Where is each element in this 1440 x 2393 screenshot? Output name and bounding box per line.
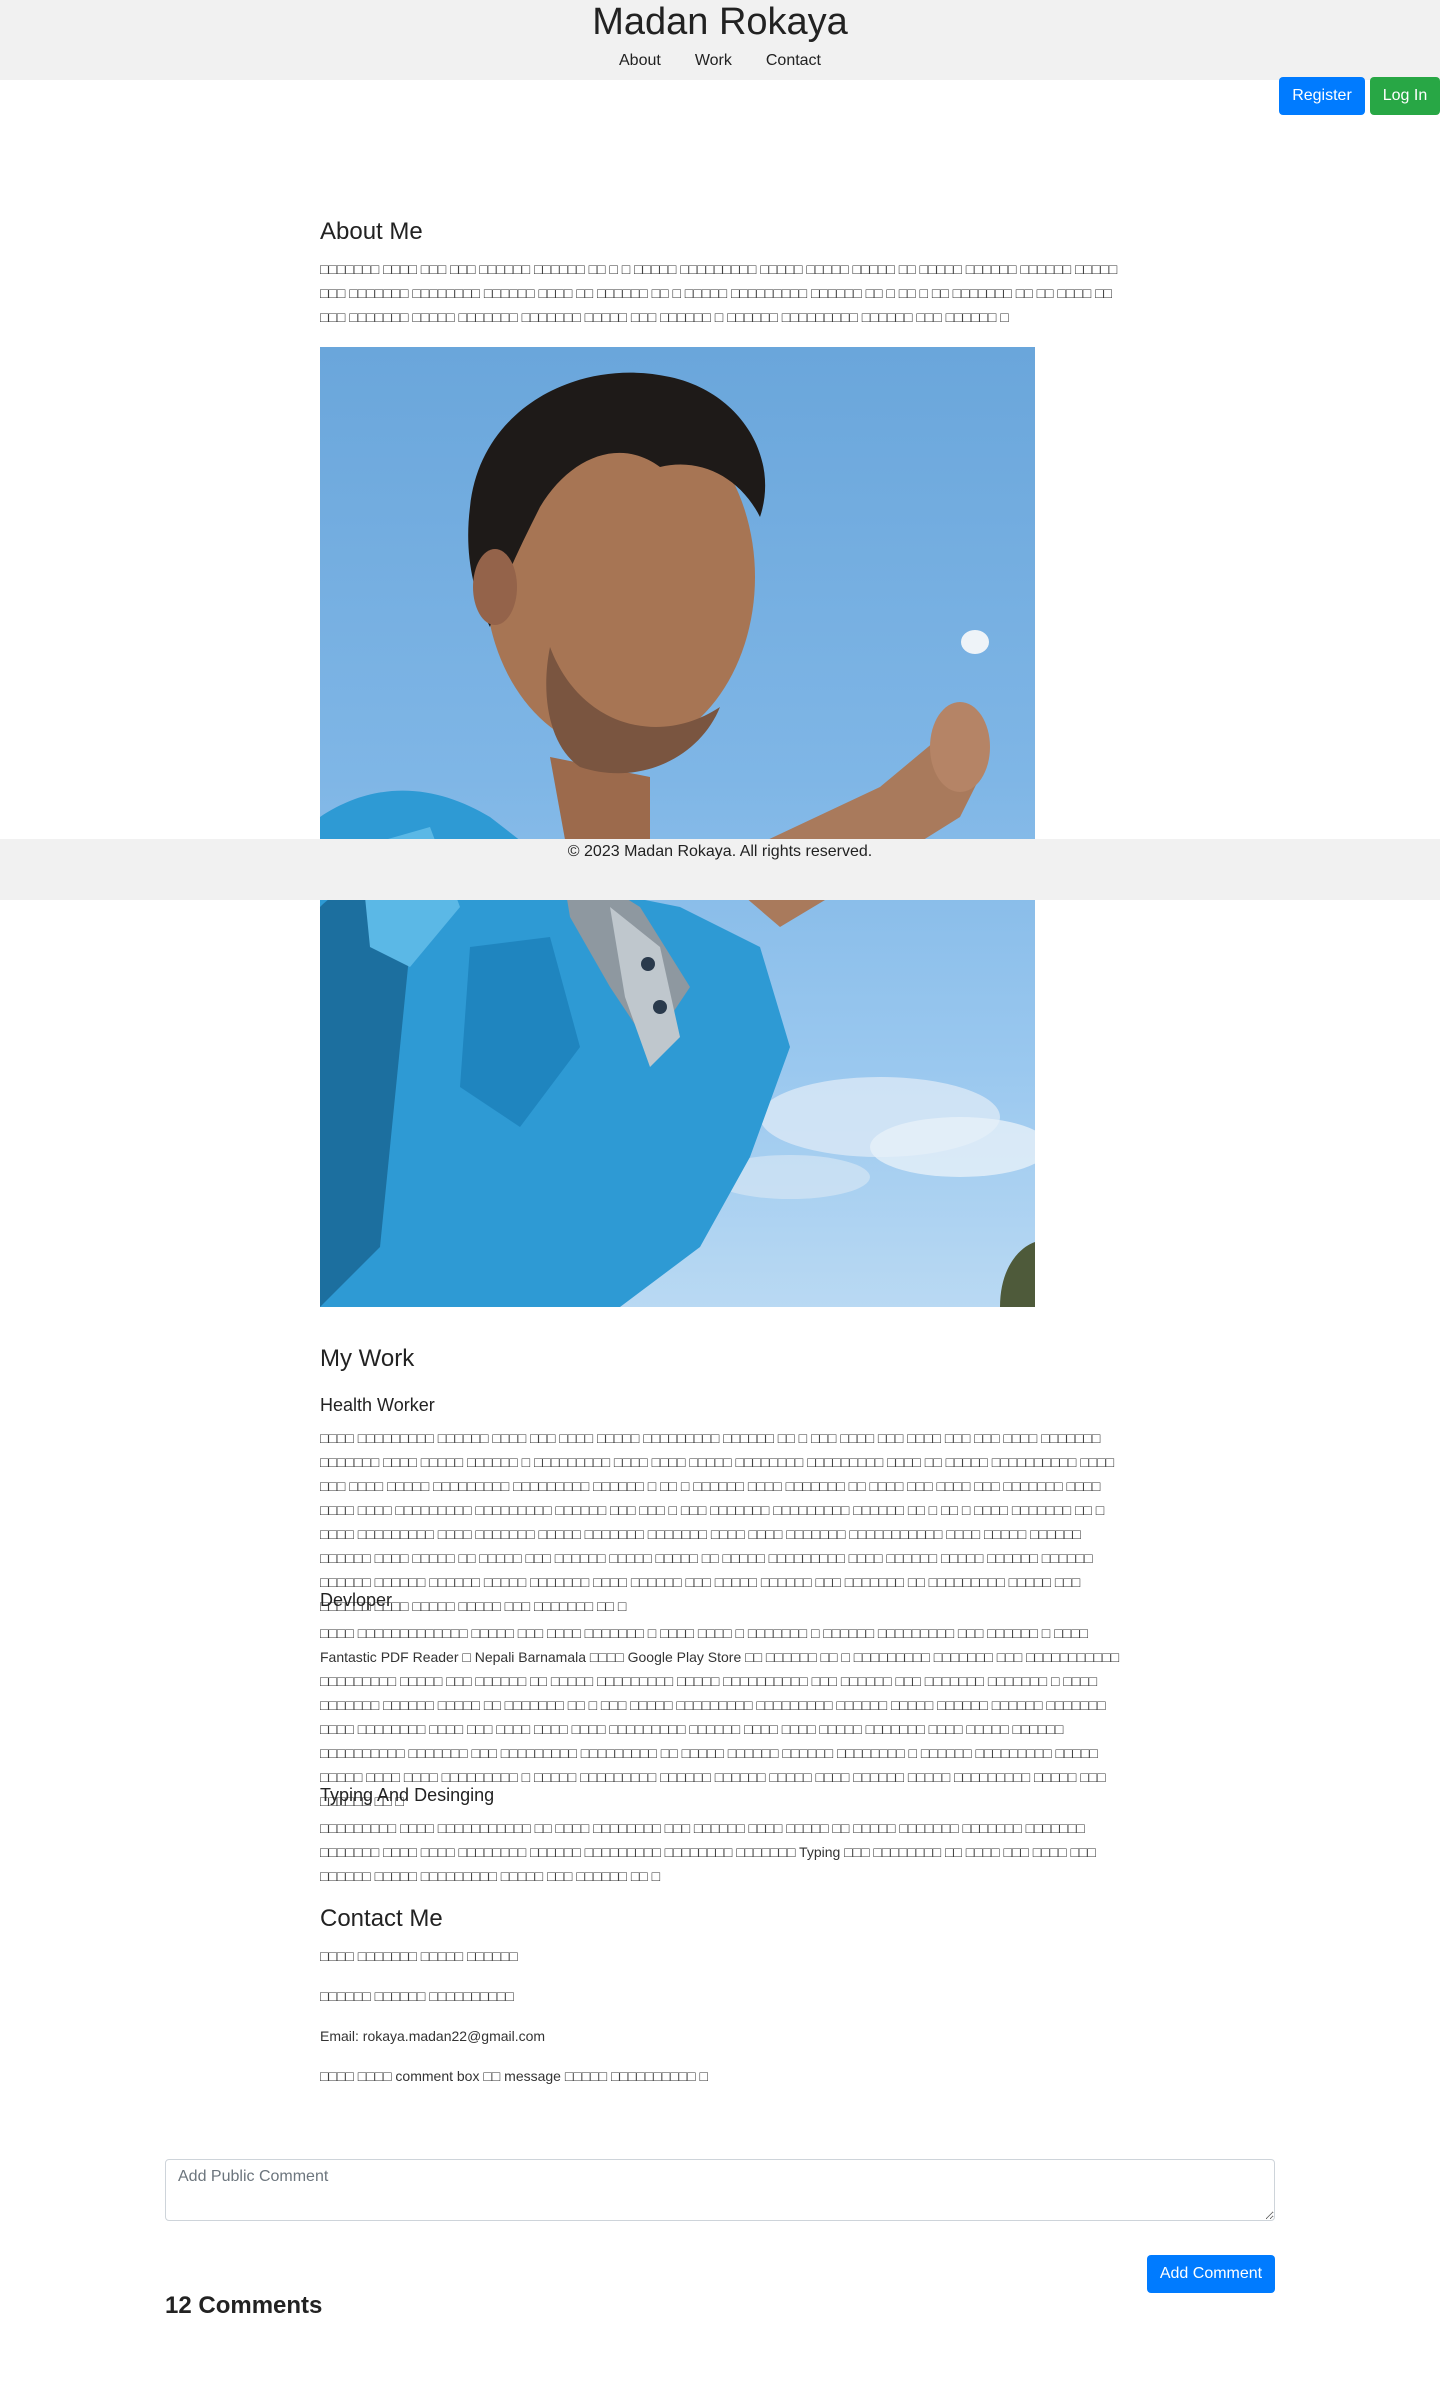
- nav-contact[interactable]: Contact: [766, 52, 821, 70]
- profile-photo: [320, 347, 1035, 1307]
- nav-about[interactable]: About: [619, 52, 661, 70]
- contact-email: Email: rokaya.madan22@gmail.com: [320, 2028, 546, 2044]
- site-title: Madan Rokaya: [592, 1, 848, 43]
- contact-line: □□□□ □□□□□□□ □□□□□ □□□□□□: [320, 1948, 518, 1964]
- site-header: Madan Rokaya About Work Contact: [0, 0, 1440, 80]
- work-heading: My Work: [320, 1345, 415, 1372]
- login-button[interactable]: Log In: [1370, 77, 1440, 115]
- auth-buttons: Register Log In: [1279, 77, 1440, 115]
- contact-line: □□□□ □□□□ comment box □□ message □□□□□ □…: [320, 2068, 708, 2084]
- register-button[interactable]: Register: [1279, 77, 1365, 115]
- comment-input[interactable]: [165, 2159, 1275, 2221]
- work-item-title: Devloper: [320, 1590, 393, 1610]
- nav-work[interactable]: Work: [695, 52, 732, 70]
- main-nav: About Work Contact: [0, 52, 1440, 70]
- site-footer: © 2023 Madan Rokaya. All rights reserved…: [0, 839, 1440, 900]
- comments-count: 12 Comments: [165, 2292, 323, 2319]
- profile-photo-illustration: [320, 372, 1035, 1307]
- work-item-text: □□□□□□□□□ □□□□ □□□□□□□□□□□ □□ □□□□ □□□□□…: [320, 1820, 1096, 1884]
- work-item-text: □□□□ □□□□□□□□□ □□□□□□ □□□□ □□□ □□□□ □□□□…: [320, 1430, 1115, 1614]
- contact-heading: Contact Me: [320, 1905, 443, 1932]
- work-item-title: Health Worker: [320, 1395, 435, 1415]
- about-text: □□□□□□□ □□□□ □□□ □□□ □□□□□□ □□□□□□ □□ □ …: [320, 261, 1118, 325]
- about-heading: About Me: [320, 218, 423, 245]
- add-comment-button[interactable]: Add Comment: [1147, 2255, 1275, 2293]
- work-item-title: Typing And Desinging: [320, 1785, 495, 1805]
- contact-line: □□□□□□ □□□□□□ □□□□□□□□□□: [320, 1988, 514, 2004]
- footer-copyright: © 2023 Madan Rokaya. All rights reserved…: [567, 843, 873, 860]
